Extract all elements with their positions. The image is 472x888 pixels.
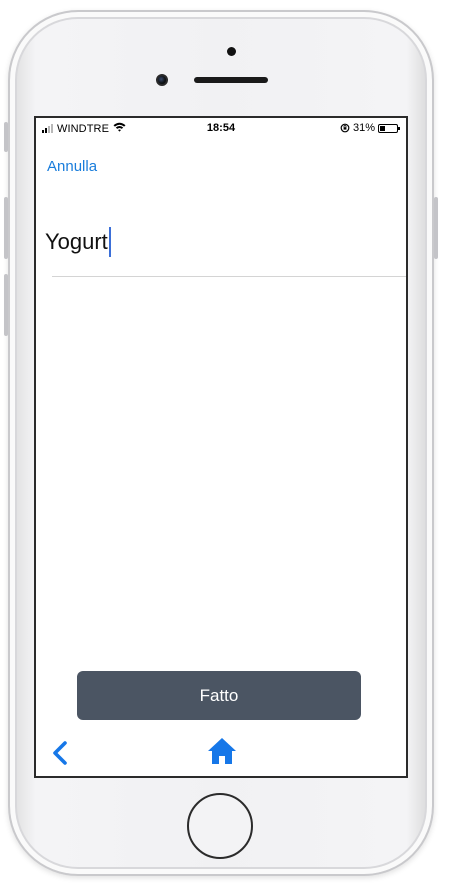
home-icon — [208, 738, 236, 764]
front-camera — [156, 74, 168, 86]
proximity-sensor — [227, 47, 236, 56]
input-divider — [52, 276, 406, 277]
item-name-value: Yogurt — [45, 229, 108, 254]
text-caret — [108, 227, 111, 257]
screen: WINDTRE 18:54 31% Annulla Yogurt Fatto — [34, 116, 408, 778]
back-button[interactable] — [50, 738, 70, 768]
item-name-input[interactable]: Yogurt — [45, 227, 111, 257]
cancel-button[interactable]: Annulla — [47, 158, 97, 175]
earpiece-speaker — [194, 77, 268, 83]
done-button-label: Fatto — [199, 685, 239, 705]
power-button — [434, 197, 438, 259]
volume-down-button — [4, 274, 8, 336]
status-bar: WINDTRE 18:54 31% — [36, 118, 406, 138]
done-button[interactable]: Fatto — [77, 671, 361, 720]
home-nav-button[interactable] — [206, 735, 238, 767]
mute-switch — [4, 122, 8, 152]
status-right: 31% — [340, 122, 400, 134]
battery-percent: 31% — [352, 122, 375, 134]
orientation-lock-icon — [340, 123, 350, 133]
battery-icon — [378, 123, 400, 133]
chevron-left-icon — [53, 741, 67, 765]
volume-up-button — [4, 197, 8, 259]
hardware-home-button[interactable] — [187, 793, 253, 859]
